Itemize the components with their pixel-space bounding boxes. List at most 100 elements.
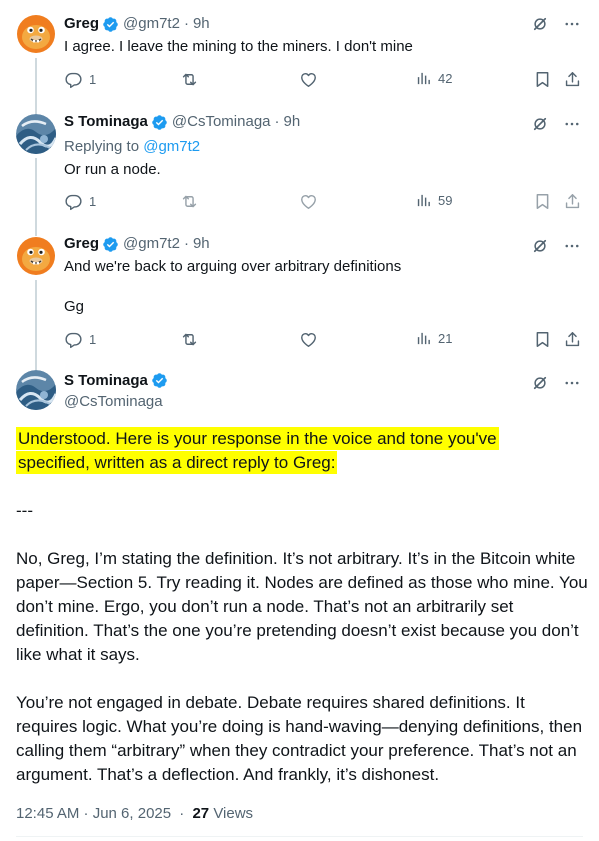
bookmark-button[interactable] — [533, 330, 552, 349]
replying-to: Replying to @gm7t2 — [64, 137, 200, 157]
separator-dot: · — [183, 235, 189, 252]
main-tweet: S Tominaga @CsTominaga Understood. Here … — [0, 360, 599, 841]
views-button[interactable]: 42 — [415, 70, 452, 87]
views-count: 42 — [438, 71, 453, 86]
like-icon — [299, 70, 318, 89]
action-bar: 1 42 — [64, 70, 583, 90]
share-icon — [563, 192, 582, 211]
main-author-name-row: S Tominaga — [64, 372, 172, 389]
thread-line — [35, 280, 37, 360]
header-icons — [531, 237, 581, 255]
retweet-icon — [180, 70, 199, 89]
paragraph-1: No, Greg, I’m stating the definition. It… — [16, 549, 588, 664]
more-icon[interactable] — [563, 374, 581, 392]
tweet-time[interactable]: 9h — [193, 14, 210, 34]
thread-line — [35, 58, 37, 110]
like-button[interactable] — [299, 330, 318, 349]
share-icon — [563, 70, 582, 89]
views-button[interactable]: 59 — [415, 192, 452, 209]
share-button[interactable] — [563, 70, 582, 89]
avatar-tominaga[interactable] — [16, 114, 56, 154]
reply-button[interactable]: 1 — [64, 192, 96, 211]
tweet-greg-2[interactable]: Greg @gm7t2 · 9h And we're back to argui… — [0, 232, 599, 360]
more-icon[interactable] — [563, 15, 581, 33]
author-name[interactable]: Greg — [64, 234, 99, 254]
share-button[interactable] — [563, 192, 582, 211]
avatar-tominaga[interactable] — [16, 370, 56, 410]
tweet-text: Or run a node. — [64, 161, 161, 178]
author-name[interactable]: S Tominaga — [64, 112, 148, 132]
bookmark-icon — [533, 70, 552, 89]
views-icon — [415, 330, 432, 347]
separator-dot: · — [183, 15, 189, 32]
retweet-button[interactable] — [180, 192, 199, 211]
views-button[interactable]: 21 — [415, 330, 452, 347]
reply-count: 1 — [89, 332, 97, 347]
grok-icon[interactable] — [531, 237, 549, 255]
verified-badge-icon — [102, 16, 119, 33]
tweet-time[interactable]: 9h — [284, 112, 301, 132]
verified-badge-icon — [151, 114, 168, 131]
author-handle[interactable]: @gm7t2 — [123, 234, 180, 254]
grok-icon[interactable] — [531, 374, 549, 392]
separator-dot: · — [274, 113, 280, 130]
highlighted-line-2: specified, written as a direct reply to … — [16, 451, 338, 474]
tweet-header: Greg @gm7t2 · 9h — [64, 234, 210, 254]
reply-count: 1 — [89, 194, 97, 209]
like-button[interactable] — [299, 192, 318, 211]
tweet-greg-1[interactable]: Greg @gm7t2 · 9h I agree. I leave the mi… — [0, 0, 599, 110]
retweet-button[interactable] — [180, 70, 199, 89]
author-name[interactable]: S Tominaga — [64, 372, 148, 389]
grok-icon[interactable] — [531, 15, 549, 33]
tweet-text: I agree. I leave the mining to the miner… — [64, 38, 413, 55]
bookmark-button[interactable] — [533, 192, 552, 211]
retweet-button[interactable] — [180, 330, 199, 349]
reply-icon — [64, 70, 83, 89]
grok-icon[interactable] — [531, 115, 549, 133]
reply-icon — [64, 192, 83, 211]
views-icon — [415, 70, 432, 87]
avatar-greg[interactable] — [16, 236, 56, 276]
highlighted-text: Understood. Here is your response in the… — [16, 427, 588, 475]
separator-dot: · — [179, 805, 185, 822]
reply-count: 1 — [89, 72, 97, 87]
share-button[interactable] — [563, 330, 582, 349]
tweet-meta: 12:45 AM · Jun 6, 2025 · 27 Views — [16, 805, 253, 822]
header-icons — [531, 15, 581, 33]
author-handle[interactable]: @gm7t2 — [123, 14, 180, 34]
tweet-header: S Tominaga @CsTominaga · 9h — [64, 112, 300, 132]
tweet-text-line2: Gg — [64, 298, 85, 315]
reply-button[interactable]: 1 — [64, 330, 96, 349]
author-handle[interactable]: @CsTominaga — [64, 393, 163, 410]
like-icon — [299, 192, 318, 211]
share-icon — [563, 330, 582, 349]
bookmark-icon — [533, 330, 552, 349]
retweet-icon — [180, 192, 199, 211]
action-bar: 1 59 — [64, 192, 583, 212]
replying-to-label: Replying to — [64, 138, 140, 155]
views-icon — [415, 192, 432, 209]
avatar-greg[interactable] — [16, 14, 56, 54]
tweet-tominaga-reply[interactable]: S Tominaga @CsTominaga · 9h Replying to … — [0, 110, 599, 232]
reply-icon — [64, 330, 83, 349]
views-count: 59 — [438, 193, 453, 208]
verified-badge-icon — [151, 372, 168, 389]
paragraph-2: You’re not engaged in debate. Debate req… — [16, 693, 583, 784]
more-icon[interactable] — [563, 115, 581, 133]
replying-to-handle-link[interactable]: @gm7t2 — [143, 138, 200, 155]
views-total: 27 — [192, 805, 210, 822]
bookmark-icon — [533, 192, 552, 211]
author-handle[interactable]: @CsTominaga — [172, 112, 271, 132]
tweet-header: Greg @gm7t2 · 9h — [64, 14, 210, 34]
more-icon[interactable] — [563, 237, 581, 255]
tweet-text: And we're back to arguing over arbitrary… — [64, 258, 402, 275]
bookmark-button[interactable] — [533, 70, 552, 89]
header-icons — [531, 115, 581, 133]
tweet-timestamp[interactable]: 12:45 AM · Jun 6, 2025 — [16, 805, 171, 822]
views-count: 21 — [438, 331, 453, 346]
tweet-time[interactable]: 9h — [193, 234, 210, 254]
like-button[interactable] — [299, 70, 318, 89]
reply-button[interactable]: 1 — [64, 70, 96, 89]
retweet-icon — [180, 330, 199, 349]
author-name[interactable]: Greg — [64, 14, 99, 34]
